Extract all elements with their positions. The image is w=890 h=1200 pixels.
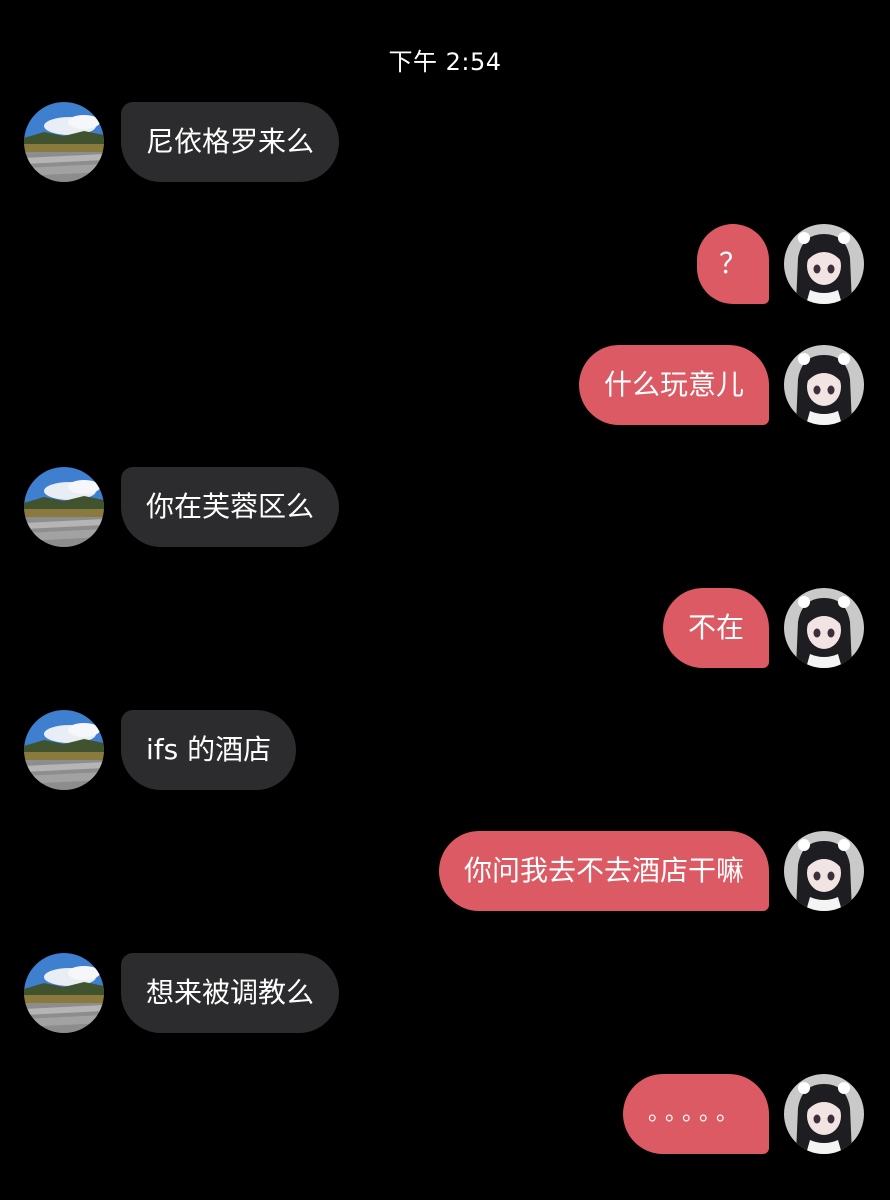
landscape-avatar-icon xyxy=(24,953,104,1033)
message-bubble-incoming[interactable]: ifs 的酒店 xyxy=(121,710,297,790)
my-avatar[interactable] xyxy=(784,588,864,668)
message-bubble-outgoing[interactable]: 你问我去不去酒店干嘛 xyxy=(438,831,769,911)
contact-avatar[interactable] xyxy=(24,102,104,182)
message-row: 你问我去不去酒店干嘛 xyxy=(0,831,890,913)
message-bubble-incoming[interactable]: 尼依格罗来么 xyxy=(121,102,340,182)
message-bubble-outgoing[interactable]: 什么玩意儿 xyxy=(578,345,769,425)
landscape-avatar-icon xyxy=(24,710,104,790)
message-timestamp: 下午 2:54 xyxy=(388,48,502,76)
landscape-avatar-icon xyxy=(24,102,104,182)
message-row: 你在芙蓉区么 xyxy=(0,467,890,549)
contact-avatar[interactable] xyxy=(24,467,104,547)
contact-avatar[interactable] xyxy=(24,953,104,1033)
message-bubble-incoming[interactable]: 想来被调教么 xyxy=(121,953,340,1033)
message-row: ifs 的酒店 xyxy=(0,710,890,792)
anime-girl-avatar-icon xyxy=(784,588,864,668)
message-row: 什么玩意儿 xyxy=(0,345,890,427)
my-avatar[interactable] xyxy=(784,345,864,425)
chat-screen: 下午 2:54 尼依格罗来么 ？ 什么玩意儿 你在芙蓉区么 不在 ifs 的酒店… xyxy=(0,0,890,1200)
message-row: 想来被调教么 xyxy=(0,953,890,1035)
anime-girl-avatar-icon xyxy=(784,224,864,304)
anime-girl-avatar-icon xyxy=(784,345,864,425)
anime-girl-avatar-icon xyxy=(784,831,864,911)
message-bubble-incoming[interactable]: 你在芙蓉区么 xyxy=(121,467,340,547)
message-bubble-outgoing[interactable]: ？ xyxy=(696,224,769,304)
contact-avatar[interactable] xyxy=(24,710,104,790)
anime-girl-avatar-icon xyxy=(784,1074,864,1154)
landscape-avatar-icon xyxy=(24,467,104,547)
message-row: 。。。。。 xyxy=(0,1074,890,1156)
my-avatar[interactable] xyxy=(784,224,864,304)
message-bubble-outgoing[interactable]: 不在 xyxy=(662,588,769,668)
message-row: 尼依格罗来么 xyxy=(0,102,890,184)
message-row: ？ xyxy=(0,224,890,306)
message-bubble-outgoing[interactable]: 。。。。。 xyxy=(622,1074,769,1154)
message-row: 不在 xyxy=(0,588,890,670)
my-avatar[interactable] xyxy=(784,831,864,911)
my-avatar[interactable] xyxy=(784,1074,864,1154)
